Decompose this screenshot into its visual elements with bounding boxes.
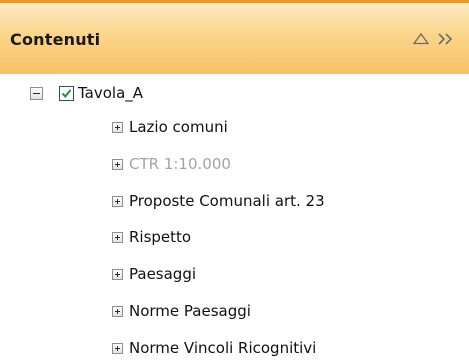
expand-plus-icon[interactable] — [112, 231, 123, 243]
tree-item-rispetto[interactable]: Rispetto — [112, 226, 191, 248]
expand-plus-icon[interactable] — [112, 121, 123, 133]
tree-root-label: Tavola_A — [78, 84, 144, 102]
double-chevron-right-icon[interactable] — [437, 32, 455, 46]
tree-item-label: Rispetto — [129, 228, 192, 246]
tree-item-proposte-comunali[interactable]: Proposte Comunali art. 23 — [112, 190, 325, 212]
expand-plus-icon[interactable] — [112, 195, 123, 207]
expand-plus-icon[interactable] — [112, 342, 123, 354]
tree-item-label: Norme Paesaggi — [129, 302, 251, 320]
tree-item-label: CTR 1:10.000 — [129, 155, 231, 173]
header-tools — [413, 30, 455, 48]
expand-plus-icon[interactable] — [112, 158, 123, 170]
triangle-up-icon[interactable] — [413, 33, 429, 45]
checkmark-icon — [61, 88, 72, 98]
tree-item-label: Proposte Comunali art. 23 — [129, 192, 325, 210]
tree-root-node[interactable]: Tavola_A — [30, 82, 143, 104]
layer-checkbox[interactable] — [59, 85, 74, 101]
tree-item-paesaggi[interactable]: Paesaggi — [112, 263, 196, 285]
panel-title: Contenuti — [10, 30, 101, 49]
tree-item-label: Norme Vincoli Ricognitivi — [129, 339, 317, 357]
panel-header: Contenuti — [0, 0, 469, 74]
tree-item-label: Lazio comuni — [129, 118, 228, 136]
tree-item-label: Paesaggi — [129, 265, 197, 283]
expand-plus-icon[interactable] — [112, 268, 123, 280]
tree-item-norme-vincoli[interactable]: Norme Vincoli Ricognitivi — [112, 337, 316, 359]
tree-item-norme-paesaggi[interactable]: Norme Paesaggi — [112, 300, 251, 322]
collapse-minus-icon[interactable] — [30, 86, 43, 100]
tree-item-lazio-comuni[interactable]: Lazio comuni — [112, 116, 228, 138]
expand-plus-icon[interactable] — [112, 305, 123, 317]
tree-item-ctr[interactable]: CTR 1:10.000 — [112, 153, 231, 175]
